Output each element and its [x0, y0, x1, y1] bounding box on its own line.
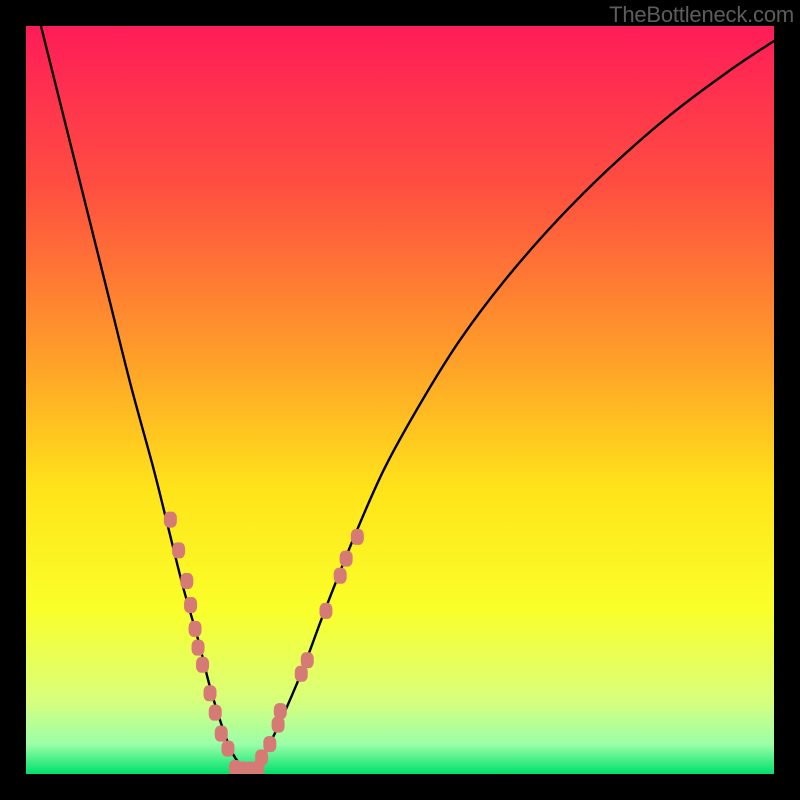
threshold-marker — [172, 542, 185, 558]
threshold-marker — [221, 741, 234, 757]
threshold-marker — [184, 597, 197, 613]
threshold-marker — [263, 736, 276, 752]
threshold-marker — [204, 685, 217, 701]
watermark-label: TheBottleneck.com — [609, 2, 794, 28]
threshold-marker — [196, 657, 209, 673]
threshold-marker — [301, 652, 314, 668]
threshold-marker — [340, 551, 353, 567]
threshold-marker — [255, 750, 268, 766]
threshold-marker — [209, 705, 222, 721]
threshold-marker — [274, 703, 287, 719]
threshold-marker — [192, 640, 205, 656]
plot-area — [26, 26, 774, 774]
threshold-marker — [351, 529, 364, 545]
threshold-marker — [189, 621, 202, 637]
threshold-marker — [215, 726, 228, 742]
threshold-marker — [164, 512, 177, 528]
plot-svg — [26, 26, 774, 774]
threshold-marker — [334, 568, 347, 584]
threshold-marker — [319, 603, 332, 619]
threshold-marker — [180, 573, 193, 589]
gradient-background — [26, 26, 774, 774]
chart-frame: TheBottleneck.com — [0, 0, 800, 800]
